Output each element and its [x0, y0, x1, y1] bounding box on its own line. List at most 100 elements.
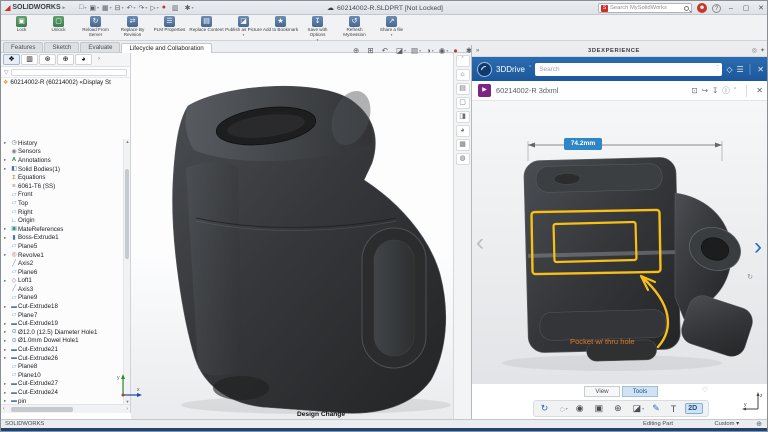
tree-item[interactable]: ▸ MateReferences — [1, 225, 123, 234]
scroll-up-icon[interactable]: ▲ — [124, 139, 131, 144]
hud-previous-view[interactable]: ↶ ▾ — [382, 46, 391, 55]
task-pane-view-palette[interactable]: ◨ — [455, 111, 470, 123]
hud-view-orientation[interactable]: ▤ ▾ — [411, 46, 421, 55]
preview-canvas[interactable]: 74.2mm Pocket w/ thru hole ‹ › ↻ — [472, 101, 767, 384]
tool-section[interactable]: ◪ ▾ — [631, 402, 647, 415]
tree-item[interactable]: ▸ Axis3 — [1, 285, 123, 294]
graphics-area[interactable]: Design Change — [131, 53, 453, 419]
tree-root[interactable]: ❖ 60214002-R (60214002) «Display St — [1, 78, 130, 87]
document-row[interactable]: ▶ 60214002-R 3dxml ⊡ ↪ ↧ ⓘ ˇ ✕ — [472, 81, 767, 101]
dimension-badge[interactable]: 74.2mm — [564, 138, 602, 150]
tool-zoom-area[interactable]: ⊕ ▾ — [612, 402, 627, 415]
cmd-add-to-bookmark[interactable]: ★ Add to Bookmark ▾ — [262, 16, 299, 37]
hud-edit-appearance[interactable]: ● ▾ — [453, 46, 461, 55]
tree-item[interactable]: ▸ Solid Bodies(1) — [1, 165, 123, 174]
task-pane-file-explorer[interactable]: ▢ — [455, 97, 470, 109]
tree-item[interactable]: ▸ Cut-Extrude19 — [1, 319, 123, 328]
tree-item[interactable]: ▸ Plane10 — [1, 371, 123, 380]
cmd-reload-from-server[interactable]: ↻ Reload From Server ▾ — [77, 16, 114, 42]
filter-input[interactable] — [10, 68, 127, 76]
tool-hide-show[interactable]: ◉ ▾ — [574, 402, 589, 415]
preview-tab-Tools[interactable]: Tools — [622, 385, 658, 397]
tree-item[interactable]: ▸ Top — [1, 199, 123, 208]
tree-item[interactable]: ▸ Cut-Extrude21 — [1, 345, 123, 354]
tree-item[interactable]: ▸ Cut-Extrude27 — [1, 380, 123, 389]
tag-icon[interactable]: ◇ — [726, 65, 732, 74]
doc-action-share[interactable]: ↪ — [702, 86, 708, 95]
tool-view-2d[interactable]: 2D ▾ — [685, 403, 704, 414]
previous-view-chevron[interactable]: ‹ — [476, 229, 484, 257]
status-mode[interactable]: Custom ▾ — [714, 421, 739, 427]
qat-options[interactable]: ✱ ▾ — [185, 4, 194, 12]
qat-print[interactable]: ⊟ ▾ — [115, 4, 124, 12]
globe-icon[interactable]: ⊕ — [756, 420, 762, 428]
qat-save[interactable]: ▦ ▾ — [102, 4, 112, 12]
hud-zoom-area[interactable]: ⊞ ▾ — [367, 46, 376, 55]
user-avatar[interactable]: ☻ — [697, 3, 707, 13]
fm-tab-dimxpert-manager[interactable]: ⊕ — [57, 54, 74, 65]
hud-display-style[interactable]: ◑ ▾ — [426, 46, 434, 55]
cmd-save-with-options[interactable]: ↧ Save with Options ▾ — [299, 16, 336, 42]
hud-zoom-fit[interactable]: ⊕ ▾ — [353, 46, 362, 55]
tree-item[interactable]: ▸ Boss-Extrude1 — [1, 234, 123, 243]
task-pane-design-library[interactable]: ▤ — [455, 83, 470, 95]
tool-orbit[interactable]: ↻ ▾ — [539, 402, 554, 415]
tool-select[interactable]: ◌ ▾ — [557, 403, 569, 415]
tree-item[interactable]: ▸ pin — [1, 397, 123, 404]
tab-Sketch[interactable]: Sketch — [44, 42, 80, 52]
tree-item[interactable]: ▸ Annotations — [1, 156, 123, 165]
close-document-icon[interactable]: ✕ — [756, 86, 763, 95]
fm-tabs-overflow[interactable]: › — [98, 56, 100, 62]
tree-item[interactable]: ▸ Cut-Extrude24 — [1, 388, 123, 397]
doc-action-info[interactable]: ⓘ — [722, 85, 730, 96]
fm-tab-display-manager[interactable]: ◕ — [75, 54, 92, 65]
tree-item[interactable]: ▸ Plane6 — [1, 268, 123, 277]
tab-Features[interactable]: Features — [3, 42, 44, 52]
tree-item[interactable]: ▸ Loft1 — [1, 277, 123, 286]
scrollbar-thumb[interactable] — [11, 407, 73, 412]
cmd-replace-content[interactable]: ▤ Replace Content ▾ — [188, 16, 225, 37]
task-pane-custom-properties[interactable]: ▦ — [455, 139, 470, 151]
qat-traffic-light[interactable]: ● ▾ — [162, 4, 169, 11]
tab-Lifecycle and Collaboration[interactable]: Lifecycle and Collaboration — [121, 43, 212, 53]
cmd-lock[interactable]: ▣ Lock ▾ — [3, 16, 40, 37]
tree-item[interactable]: ▸ Plane8 — [1, 362, 123, 371]
qat-new[interactable]: □ ▾ — [79, 4, 86, 11]
part-3d-model[interactable] — [131, 53, 453, 419]
tree-item[interactable]: ▸ Cut-Extrude26 — [1, 354, 123, 363]
cmd-replace-by-revision[interactable]: ⇄ Replace By Revision ▾ — [114, 16, 151, 42]
menu-icon[interactable]: ☰ — [737, 65, 744, 74]
qat-select[interactable]: ▷ ▾ — [150, 4, 158, 12]
minimize-button[interactable]: – — [726, 5, 736, 12]
help-icon[interactable]: ? — [712, 3, 721, 13]
tree-item[interactable]: ▸ Equations — [1, 173, 123, 182]
tree-item[interactable]: ▸ Ø1.0mm Dowel Hole1 — [1, 337, 123, 346]
qat-open[interactable]: ▣ ▾ — [89, 4, 99, 12]
close-panel-icon[interactable]: ✕ — [757, 65, 764, 74]
fm-tab-configuration-manager[interactable]: ⊛ — [39, 54, 56, 65]
qat-windows[interactable]: ▥ ▾ — [172, 4, 182, 12]
tool-zoom-fit[interactable]: ▣ ▾ — [593, 402, 609, 415]
doc-action-comments[interactable]: ⊡ — [691, 86, 697, 95]
tree-item[interactable]: ▸ Plane5 — [1, 242, 123, 251]
search-scope-chevron-icon[interactable]: ˇ — [716, 66, 718, 72]
next-view-chevron[interactable]: › — [754, 233, 762, 261]
close-button[interactable]: ✕ — [756, 4, 766, 12]
tree-item[interactable]: ▸ Plane7 — [1, 311, 123, 320]
tree-item[interactable]: ▸ Origin — [1, 216, 123, 225]
tree-item[interactable]: ▸ Cut-Extrude18 — [1, 302, 123, 311]
cmd-refresh-mysession[interactable]: ↺ Refresh MySession ▾ — [336, 16, 373, 42]
tree-item[interactable]: ▸ Revolve1 — [1, 251, 123, 260]
task-pane-home[interactable]: ⌂ — [455, 69, 470, 81]
cmd-plm-properties[interactable]: ☰ PLM Properties ▾ — [151, 16, 188, 37]
options-icon[interactable]: ◎ — [752, 47, 757, 54]
tree-filter[interactable]: ▽ — [1, 67, 130, 78]
tree-item[interactable]: ▸ History — [1, 139, 123, 148]
tree-item[interactable]: ▸ Plane9 — [1, 294, 123, 303]
qat-redo[interactable]: ↷ ▾ — [138, 4, 147, 12]
search-mysolidworks[interactable]: S Search MySolidWorks — [598, 3, 692, 13]
compass-icon[interactable] — [477, 61, 492, 77]
tree-item[interactable]: ▸ 6061-T6 (SS) — [1, 182, 123, 191]
hud-section-view[interactable]: ◪ ▾ — [396, 46, 406, 55]
scroll-right-icon[interactable]: › — [126, 406, 128, 412]
